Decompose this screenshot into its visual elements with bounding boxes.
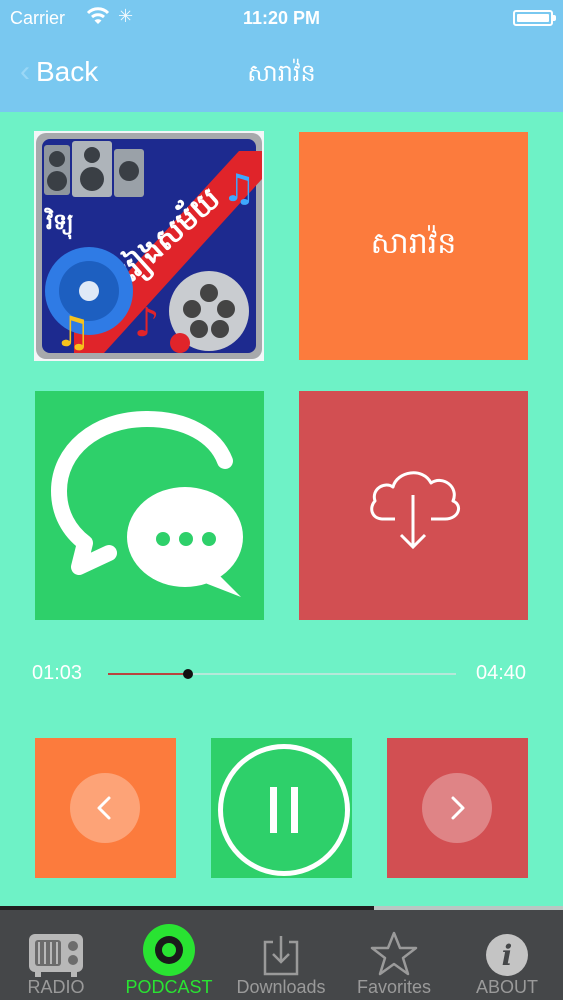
svg-text:♫: ♫ [222, 166, 256, 210]
previous-icon [70, 773, 140, 843]
tab-podcast-label: PODCAST [125, 977, 213, 997]
star-icon [364, 922, 424, 978]
info-icon: i [477, 922, 537, 978]
download-button[interactable] [299, 391, 528, 620]
seek-slider-thumb[interactable] [183, 669, 194, 679]
radio-icon [26, 922, 86, 978]
next-button[interactable] [387, 738, 528, 878]
seek-slider[interactable] [108, 669, 456, 679]
svg-text:i: i [502, 939, 513, 972]
total-time: 04:40 [476, 662, 527, 684]
navigation-bar: Carrier ✳ 11:20 PM ‹ Back សារាវ៉ន [0, 0, 563, 112]
tab-podcast[interactable]: PODCAST [113, 910, 225, 1000]
downloads-icon [251, 922, 311, 978]
comments-button[interactable] [35, 391, 264, 620]
title-tile[interactable]: សារាវ៉ន [299, 132, 528, 360]
title-tile-label: សារាវ៉ន [370, 227, 457, 260]
podcast-icon [139, 922, 199, 978]
tab-downloads[interactable]: Downloads [225, 910, 337, 1000]
cloud-download-icon [370, 471, 461, 550]
tab-favorites[interactable]: Favorites [338, 910, 450, 1000]
chat-bubbles-icon [51, 411, 243, 597]
tab-about-label: ABOUT [475, 977, 538, 997]
tab-bar: RADIO PODCAST Downloads Favorites i ABOU… [0, 910, 563, 1000]
tab-radio[interactable]: RADIO [0, 910, 112, 1000]
svg-text:♪: ♪ [134, 300, 160, 346]
pause-button[interactable] [211, 738, 352, 878]
next-icon [422, 773, 492, 843]
page-title: សារាវ៉ន [247, 60, 316, 87]
elapsed-time: 01:03 [32, 662, 83, 684]
svg-text:♫: ♫ [54, 307, 92, 356]
pause-icon [218, 744, 350, 876]
tab-about[interactable]: i ABOUT [451, 910, 563, 1000]
tab-downloads-label: Downloads [236, 977, 326, 997]
status-time: 11:20 PM [242, 8, 321, 28]
tab-radio-label: RADIO [27, 977, 85, 997]
status-bar: Carrier ✳ 11:20 PM [0, 0, 563, 36]
seek-slider-fill [108, 673, 189, 675]
previous-button[interactable] [35, 738, 176, 878]
battery-icon [513, 10, 556, 26]
tab-favorites-label: Favorites [356, 977, 432, 997]
album-cover-art: ចំរៀងសម័យ វិទ្យុ ♫ ♪ ♫ [34, 131, 264, 361]
